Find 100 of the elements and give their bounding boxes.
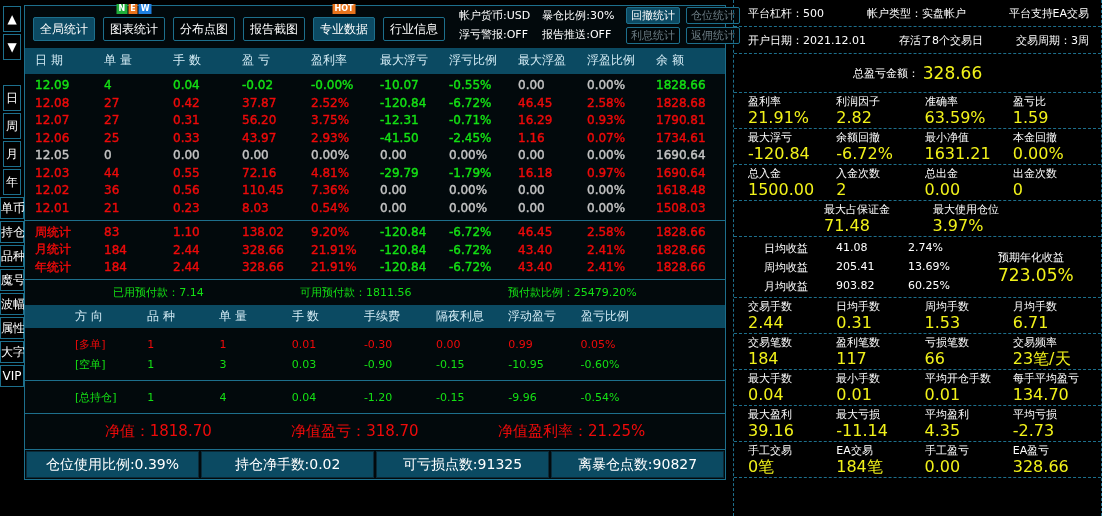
footer-stat: 仓位使用比例:0.39% [26, 451, 199, 478]
toolbar-button[interactable]: 图表统计 [103, 17, 165, 42]
period-tab[interactable]: 大字 [0, 341, 24, 363]
stat-value: 184 [748, 350, 780, 368]
period-tab[interactable]: 单币 [0, 197, 24, 219]
stat-value: 1500.00 [748, 181, 816, 199]
stat-label: 最大使用仓位 [932, 203, 1000, 217]
column-header: 品 种 [147, 308, 177, 326]
toolbar-button[interactable]: 报告截图 [243, 17, 305, 42]
period-tab[interactable]: 日 [3, 85, 21, 111]
column-header: 盈 亏 [242, 52, 271, 70]
position-cell-text: -0.54% [580, 390, 621, 404]
stat-label: 最大亏损 [836, 408, 882, 422]
table-cell: 37.87 [242, 95, 277, 110]
table-cell: 0.42 [173, 95, 200, 110]
column-header: 手续费 [363, 308, 401, 326]
table-cell: 16.29 [518, 113, 553, 128]
account-info: 报告推送:OFF [542, 27, 613, 43]
position-cell-text: 0.04 [291, 390, 318, 404]
toolbar-button[interactable]: 行业信息 [383, 17, 445, 42]
position-cell-text: -9.96 [508, 390, 538, 404]
period-tab[interactable]: 年 [3, 169, 21, 195]
toolbar-button[interactable]: 全局统计 [33, 17, 95, 42]
summary-cell: 1.10 [173, 225, 200, 240]
summary-cell: -120.84 [380, 260, 427, 275]
stats-button[interactable]: 回撤统计 [626, 6, 681, 24]
period-tab[interactable]: 魔号 [0, 269, 24, 291]
table-cell: -0.71% [449, 113, 492, 128]
table-cell: 0.93% [587, 113, 626, 128]
stat-label: 每手平均盈亏 [1012, 372, 1080, 386]
table-cell: 72.16 [242, 165, 277, 180]
table-cell: 0.00 [518, 148, 545, 163]
table-cell: 43.97 [242, 130, 277, 145]
average-label: 月均收益 [764, 278, 809, 294]
table-cell: -41.50 [380, 130, 419, 145]
summary-cell: -120.84 [380, 242, 427, 257]
column-header: 日 期 [35, 52, 64, 70]
annual-value: 723.05% [998, 264, 1074, 285]
stat-value: 0.00 [924, 181, 962, 199]
summary-cell: 2.44 [173, 242, 200, 257]
stat-value: 2.44 [748, 314, 785, 332]
table-cell: 7.36% [311, 183, 350, 198]
stat-value: 1.59 [1012, 109, 1050, 127]
stat-label: 盈利率 [748, 95, 782, 109]
table-cell: -0.02 [242, 78, 274, 93]
stat-label: 盈利笔数 [836, 336, 882, 350]
table-cell: 0.31 [173, 113, 200, 128]
period-tab[interactable]: 波幅 [0, 293, 24, 315]
column-header: 浮盈比例 [587, 52, 636, 70]
scroll-down-button[interactable]: ▼ [3, 34, 21, 60]
prepay-text: 预付款比例：25479.20% [507, 285, 637, 301]
table-cell: 21 [104, 200, 120, 215]
summary-cell: 1828.66 [656, 225, 706, 240]
period-tab[interactable]: 周 [3, 113, 21, 139]
column-header: 盈利率 [311, 52, 348, 70]
period-tab[interactable]: 持仓 [0, 221, 24, 243]
position-cell-text: 3 [219, 357, 228, 371]
stat-label: 最大盈利 [748, 408, 793, 422]
stat-label: 总入金 [748, 167, 782, 181]
average-label: 周均收益 [764, 259, 809, 275]
position-cell-text: -10.95 [508, 357, 545, 371]
position-cell-text: -0.15 [436, 390, 466, 404]
period-tab[interactable]: 品种 [0, 245, 24, 267]
table-cell: 0.33 [173, 130, 200, 145]
toolbar-button[interactable]: 专业数据 [313, 17, 375, 42]
column-header: 盈亏比例 [580, 308, 630, 326]
position-cell-text: 1 [219, 337, 228, 351]
table-cell: 0.23 [173, 200, 200, 215]
table-cell: 12.01 [35, 200, 70, 215]
annual-label: 预期年化收益 [998, 249, 1065, 265]
stat-value: -120.84 [748, 145, 811, 163]
position-cell-text: 4 [219, 390, 228, 404]
summary-cell: 2.41% [587, 242, 626, 257]
table-cell: 12.08 [35, 95, 70, 110]
period-tab[interactable]: 月 [3, 141, 21, 167]
column-header: 单 量 [104, 52, 133, 70]
stat-value: 184笔 [836, 458, 884, 476]
stat-value: -11.14 [836, 422, 889, 440]
footer-stat: 可亏损点数:91325 [376, 451, 549, 478]
summary-cell: 184 [104, 260, 127, 275]
stat-value: 328.66 [1012, 458, 1070, 476]
table-cell: -29.79 [380, 165, 419, 180]
column-header: 余 额 [656, 52, 685, 70]
table-cell: 0.00 [380, 200, 407, 215]
column-header: 手 数 [291, 308, 321, 326]
scroll-up-button[interactable]: ▲ [3, 6, 21, 32]
stat-label: 日均手数 [836, 300, 882, 314]
total-value: 328.66 [922, 63, 983, 83]
toolbar-button[interactable]: 分布点图 [173, 17, 235, 42]
average-value: 60.25% [908, 278, 951, 294]
table-cell: 0.00% [449, 200, 488, 215]
table-cell: 25 [104, 130, 120, 145]
stat-label: 交易笔数 [748, 336, 793, 350]
period-tab[interactable]: VIP [0, 365, 24, 387]
position-cell-text: 1 [147, 390, 156, 404]
stat-label: 最大占保证金 [824, 203, 891, 217]
period-tab[interactable]: 属性 [0, 317, 24, 339]
column-header: 手 数 [173, 52, 202, 70]
stat-label: 出金次数 [1012, 167, 1058, 181]
table-cell: 2.93% [311, 130, 350, 145]
